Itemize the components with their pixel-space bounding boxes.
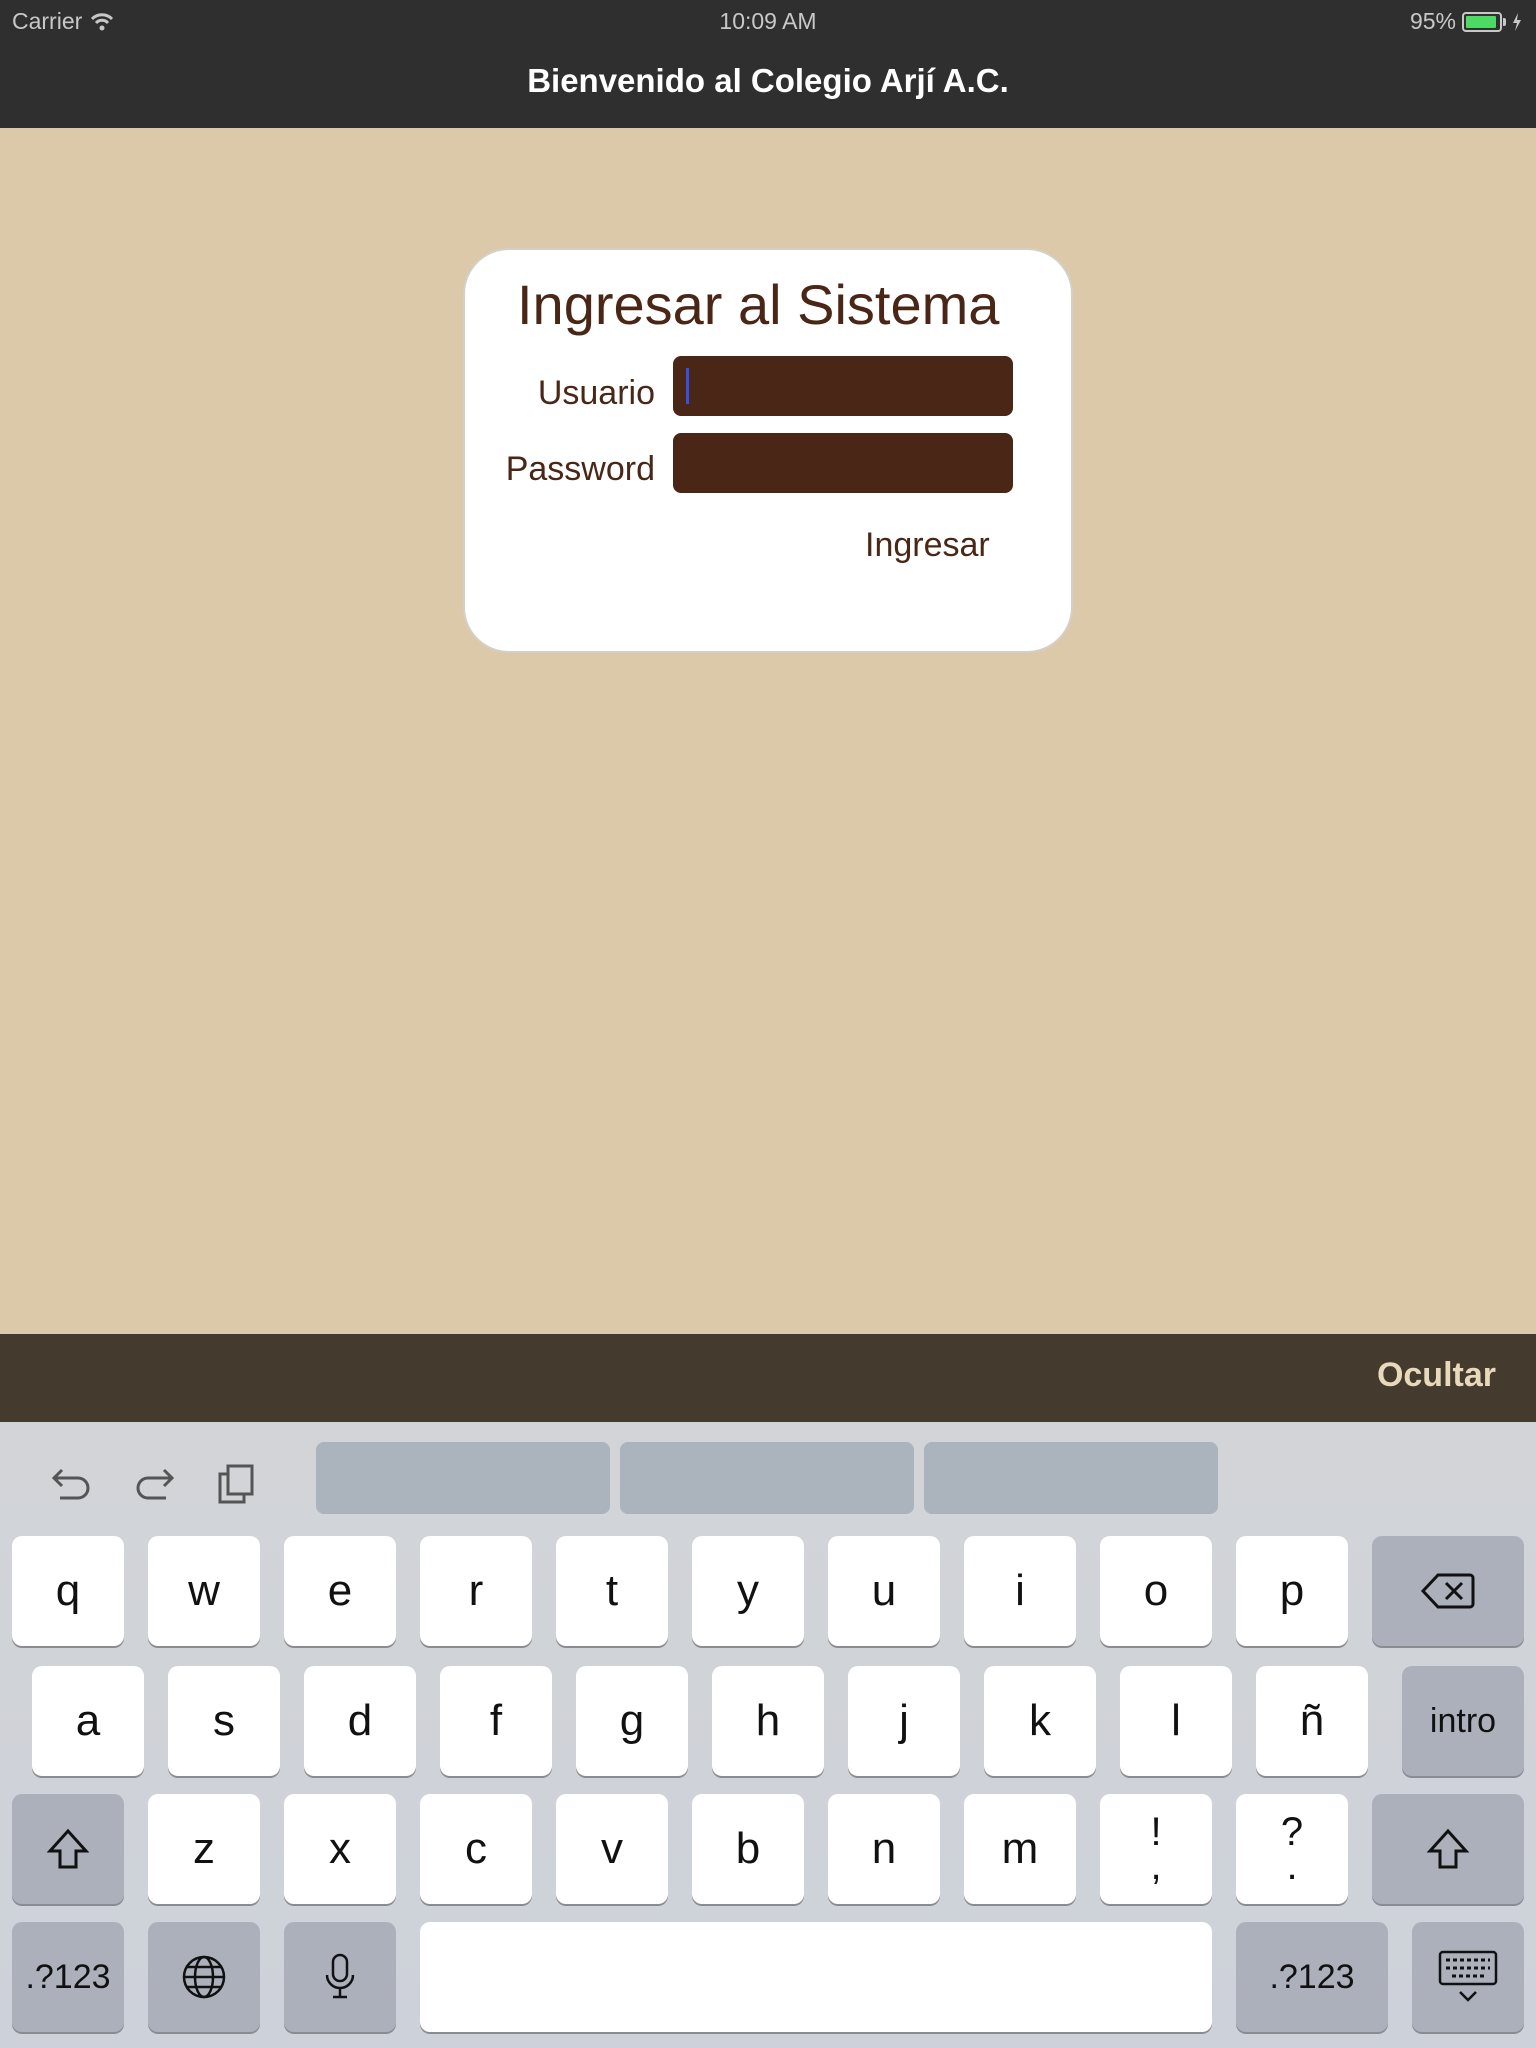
- microphone-icon: [325, 1953, 355, 1999]
- keyboard: q w e r t y u i o p a s d f g h j k l ñ intro z x c v b n m!,?. .?12…: [0, 1422, 1536, 2048]
- key-x[interactable]: x: [284, 1794, 396, 1904]
- key-f[interactable]: f: [440, 1666, 552, 1776]
- paste-icon[interactable]: [212, 1458, 264, 1510]
- globe-key[interactable]: [148, 1922, 260, 2032]
- shift-key-left[interactable]: [12, 1794, 124, 1904]
- username-label: Usuario: [537, 374, 655, 412]
- key-p[interactable]: p: [1236, 1536, 1348, 1646]
- dismiss-keyboard-key[interactable]: [1412, 1922, 1524, 2032]
- key-r[interactable]: r: [420, 1536, 532, 1646]
- status-time: 10:09 AM: [719, 8, 817, 34]
- hide-keyboard-button[interactable]: Ocultar: [1377, 1356, 1496, 1395]
- key-question-period[interactable]: ?.: [1236, 1794, 1348, 1904]
- key-c[interactable]: c: [420, 1794, 532, 1904]
- key-l[interactable]: l: [1120, 1666, 1232, 1776]
- suggestion-slot-1[interactable]: [316, 1442, 610, 1514]
- key-j[interactable]: j: [848, 1666, 960, 1776]
- navigation-bar: Carrier 10:09 AM 95% Bienvenido al Coleg…: [0, 0, 1536, 128]
- globe-icon: [182, 1955, 226, 1999]
- keyboard-dismiss-icon: [1438, 1950, 1498, 2002]
- backspace-icon: [1420, 1573, 1475, 1609]
- text-cursor: [686, 368, 689, 404]
- page-title: Bienvenido al Colegio Arjí A.C.: [527, 62, 1009, 99]
- shift-key-right[interactable]: [1372, 1794, 1524, 1904]
- space-bar[interactable]: [420, 1922, 1212, 2032]
- key-s[interactable]: s: [168, 1666, 280, 1776]
- keyboard-accessory-bar: Ocultar: [0, 1334, 1536, 1422]
- key-a[interactable]: a: [32, 1666, 144, 1776]
- key-m[interactable]: m: [964, 1794, 1076, 1904]
- battery-percent: 95%: [1409, 8, 1456, 34]
- delete-key[interactable]: [1372, 1536, 1524, 1646]
- login-card: Ingresar al Sistema Usuario Password Ing…: [463, 248, 1073, 653]
- key-y[interactable]: y: [692, 1536, 804, 1646]
- key-n[interactable]: n: [828, 1794, 940, 1904]
- shift-icon: [46, 1828, 90, 1869]
- suggestion-slot-2[interactable]: [620, 1442, 914, 1514]
- battery-icon: [1462, 11, 1502, 32]
- redo-icon[interactable]: [130, 1458, 182, 1510]
- suggestion-slot-3[interactable]: [924, 1442, 1218, 1514]
- battery-indicator: 95%: [1410, 8, 1522, 35]
- key-z[interactable]: z: [148, 1794, 260, 1904]
- key-e[interactable]: e: [284, 1536, 396, 1646]
- key-t[interactable]: t: [556, 1536, 668, 1646]
- key-u[interactable]: u: [828, 1536, 940, 1646]
- key-o[interactable]: o: [1100, 1536, 1212, 1646]
- key-h[interactable]: h: [712, 1666, 824, 1776]
- username-field[interactable]: [673, 356, 1013, 416]
- key-k[interactable]: k: [984, 1666, 1096, 1776]
- key-b[interactable]: b: [692, 1794, 804, 1904]
- key-w[interactable]: w: [148, 1536, 260, 1646]
- numbers-key-right[interactable]: .?123: [1236, 1922, 1388, 2032]
- charging-bolt-icon: [1513, 12, 1521, 31]
- status-bar: Carrier 10:09 AM 95%: [0, 0, 1536, 40]
- shift-icon: [1426, 1828, 1470, 1869]
- key-exclamation-comma[interactable]: !,: [1100, 1794, 1212, 1904]
- return-key[interactable]: intro: [1402, 1666, 1524, 1776]
- key-q[interactable]: q: [12, 1536, 124, 1646]
- numbers-key-left[interactable]: .?123: [12, 1922, 124, 2032]
- dictation-key[interactable]: [284, 1922, 396, 2032]
- key-ñ[interactable]: ñ: [1256, 1666, 1368, 1776]
- password-label: Password: [505, 450, 655, 488]
- undo-icon[interactable]: [44, 1458, 96, 1510]
- login-button[interactable]: Ingresar: [865, 526, 990, 565]
- login-title: Ingresar al Sistema: [517, 273, 1000, 336]
- key-i[interactable]: i: [964, 1536, 1076, 1646]
- key-d[interactable]: d: [304, 1666, 416, 1776]
- key-v[interactable]: v: [556, 1794, 668, 1904]
- password-field[interactable]: [673, 433, 1013, 493]
- key-g[interactable]: g: [576, 1666, 688, 1776]
